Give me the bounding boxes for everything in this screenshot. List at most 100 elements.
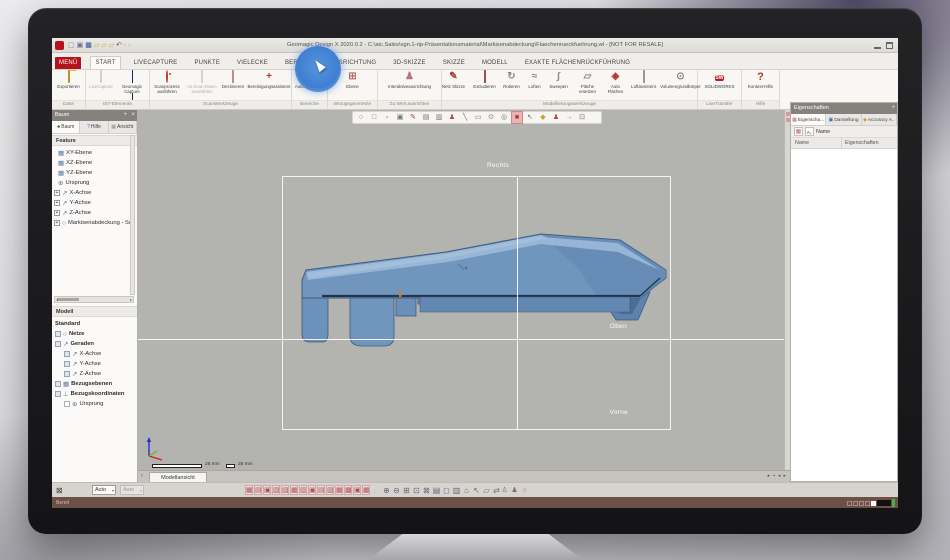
volumengrundkoerper-button[interactable]: ⊙ Volumengrundkörper — [660, 71, 702, 100]
selection-tool-icon[interactable]: □ — [368, 112, 380, 123]
visibility-checkbox[interactable] — [55, 331, 61, 337]
selection-tool-icon[interactable]: ⊙ — [485, 112, 497, 123]
selection-tool-icon[interactable]: ♟ — [550, 112, 562, 123]
model-viewport[interactable]: ○ □ ▫ ▣ ✎ ▤ ▥ ♟ ╲ ▭ ⊙ ◎ ■ ↖ ◆ ♟ → ⊡ Rech… — [138, 110, 790, 470]
display-mode-icon[interactable]: ▧ — [272, 485, 280, 495]
tree-item-ursprung[interactable]: ⊕ Ursprung — [52, 178, 137, 188]
quick-access-icon[interactable]: ▱ — [109, 42, 114, 50]
tree-item-markisenabdeckung[interactable]: + ○ Markisenabdeckung - Sc — [52, 218, 137, 228]
zoom-tool-icon[interactable]: ⊕ — [382, 485, 391, 496]
zoom-tool-icon[interactable]: ▥ — [452, 485, 461, 496]
tab-eigenschaften[interactable]: ▦Eigenscha... — [791, 114, 827, 125]
geomagic-capture-button[interactable]: Geomagic Capture — [116, 70, 148, 106]
tree-horizontal-scrollbar[interactable]: ◂ ▸ — [54, 296, 134, 303]
tab-livecapture[interactable]: LIVECAPTURE — [130, 57, 182, 69]
selection-tool-icon[interactable]: ╲ — [459, 112, 471, 123]
auto-mode-dropdown-2[interactable]: Auto ▾ — [120, 485, 144, 495]
display-mode-icon[interactable]: ▦ — [290, 485, 298, 495]
quick-access-icon[interactable]: ▱ — [94, 42, 99, 50]
tab-hilfe[interactable]: ?Hilfe — [80, 121, 109, 133]
misc-tool-icon[interactable]: ♙ — [500, 485, 509, 496]
selection-tool-icon[interactable]: ◆ — [537, 112, 549, 123]
maximize-button[interactable] — [886, 42, 893, 49]
display-mode-icon[interactable]: ▣ — [353, 485, 361, 495]
tab-exakte-flaechenrueckfuehrung[interactable]: EXAKTE FLÄCHENRÜCKFÜHRUNG — [521, 57, 634, 69]
display-mode-icon[interactable]: ▦ — [362, 485, 370, 495]
overflow-menu-icon[interactable]: . — [374, 489, 375, 495]
tree-item-x-achse-model[interactable]: ↗ X-Achse — [52, 349, 137, 359]
quick-access-icon[interactable]: ▢ — [68, 42, 75, 50]
quick-access-icon[interactable]: ▱ — [101, 42, 106, 50]
selection-tool-icon[interactable]: ▤ — [420, 112, 432, 123]
display-mode-icon[interactable]: ▦ — [245, 485, 253, 495]
close-icon[interactable]: × — [131, 110, 135, 121]
display-mode-icon[interactable]: ▧ — [326, 485, 334, 495]
display-mode-icon[interactable]: ▤ — [317, 485, 325, 495]
tree-item-geraden[interactable]: ↗ Geraden — [52, 339, 137, 349]
selection-tool-icon[interactable]: → — [563, 112, 575, 123]
tree-item-y-achse-model[interactable]: ↗ Y-Achse — [52, 359, 137, 369]
selection-tool-icon[interactable]: ⊡ — [576, 112, 588, 123]
selection-tool-icon[interactable]: ✎ — [407, 112, 419, 123]
quick-access-icon[interactable]: › — [128, 42, 130, 50]
zoom-tool-icon[interactable]: ⊠ — [422, 485, 431, 496]
tab-ansicht[interactable]: ▦Ansicht — [109, 121, 137, 133]
tab-punkte[interactable]: PUNKTE — [190, 57, 224, 69]
visibility-checkbox[interactable] — [64, 371, 70, 377]
dezimieren-button[interactable]: Dezimieren — [220, 70, 246, 100]
grid-icon[interactable]: ▦ — [794, 127, 803, 136]
tree-item-bezugsebenen[interactable]: ▦ Bezugsebenen — [52, 379, 137, 389]
misc-tool-icon[interactable]: ○ — [520, 485, 529, 496]
visibility-checkbox[interactable] — [55, 391, 61, 397]
selection-tool-icon[interactable]: ▫ — [381, 112, 393, 123]
expander-icon[interactable]: + — [54, 190, 60, 196]
tree-item-netze[interactable]: ○ Netze — [52, 329, 137, 339]
tree-item-yz-ebene[interactable]: ▦ YZ-Ebene — [52, 168, 137, 178]
netz-skizze-button[interactable]: ✎ Netz Skizze — [438, 71, 470, 100]
quick-access-icon[interactable]: ▦ — [85, 42, 92, 50]
display-mode-icon[interactable]: ▨ — [281, 485, 289, 495]
interaktive-ausrichtung-button[interactable]: ♟ Interaktiveausrichtung — [379, 71, 441, 100]
minimize-button[interactable] — [874, 42, 881, 49]
visibility-checkbox[interactable] — [64, 351, 70, 357]
tree-item-standard[interactable]: Standard — [52, 319, 137, 329]
visibility-checkbox[interactable] — [55, 341, 61, 347]
fit-view-icon[interactable]: ⊠ — [56, 486, 63, 495]
zoom-tool-icon[interactable]: ▤ — [432, 485, 441, 496]
display-mode-icon[interactable]: ▥ — [299, 485, 307, 495]
ebene-button[interactable]: ⊞ Ebene — [338, 71, 368, 100]
tab-darstellung[interactable]: ▣Darstellung — [826, 114, 862, 125]
tree-item-x-achse[interactable]: + ↗ X-Achse — [52, 188, 137, 198]
rotieren-button[interactable]: ↻ Rotieren — [500, 71, 524, 100]
tab-skizze[interactable]: SKIZZE — [439, 57, 469, 69]
zoom-tool-icon[interactable]: ⊡ — [412, 485, 421, 496]
tab-menu[interactable]: MENÜ — [55, 57, 82, 69]
tab-baum[interactable]: ♣Baum — [52, 121, 81, 133]
scanprozess-button[interactable]: Scanprozess ausführen — [150, 70, 184, 100]
loften-button[interactable]: ≈ Loften — [525, 71, 545, 100]
tree-item-ursprung-model[interactable]: ⊕ Ursprung — [52, 399, 137, 409]
bereinigungsassistent-button[interactable]: + Bereinigungsassistent — [247, 71, 291, 100]
tab-back-arrow[interactable]: ‹ — [141, 473, 143, 479]
tab-scroll-arrow-icon[interactable]: ▸ — [768, 473, 771, 479]
kontext-hilfe-button[interactable]: ? Kontext-Hilfe — [744, 71, 778, 100]
tree-item-z-achse[interactable]: + ↗ Z-Achse — [52, 208, 137, 218]
tree-item-y-achse[interactable]: + ↗ Y-Achse — [52, 198, 137, 208]
selection-tool-icon[interactable]: ▥ — [433, 112, 445, 123]
quick-access-icon[interactable]: ↶ — [116, 42, 122, 50]
zoom-tool-icon[interactable]: ↖ — [472, 485, 481, 496]
auto-mode-dropdown[interactable]: Auto ▾ — [92, 485, 116, 495]
extrudieren-button[interactable]: Extrudieren — [471, 70, 499, 100]
quick-access-icon[interactable]: ‹ — [124, 42, 126, 50]
sweepen-button[interactable]: ∫ Sweepen — [546, 71, 572, 100]
display-mode-icon[interactable]: ▤ — [254, 485, 262, 495]
auto-flaechen-button[interactable]: ◈ Auto Flächen — [604, 71, 628, 100]
loftassistent-button[interactable]: Loftassistent — [629, 70, 659, 100]
export-button[interactable]: Exportieren — [53, 70, 85, 100]
display-mode-icon[interactable]: ▦ — [335, 485, 343, 495]
tree-item-bezugskoordinaten[interactable]: ⊥ Bezugskoordinaten — [52, 389, 137, 399]
visibility-checkbox[interactable] — [55, 381, 61, 387]
selection-tool-icon[interactable]: ▭ — [472, 112, 484, 123]
tab-3d-skizze[interactable]: 3D-SKIZZE — [389, 57, 429, 69]
quick-access-icon[interactable]: ▣ — [77, 42, 84, 50]
